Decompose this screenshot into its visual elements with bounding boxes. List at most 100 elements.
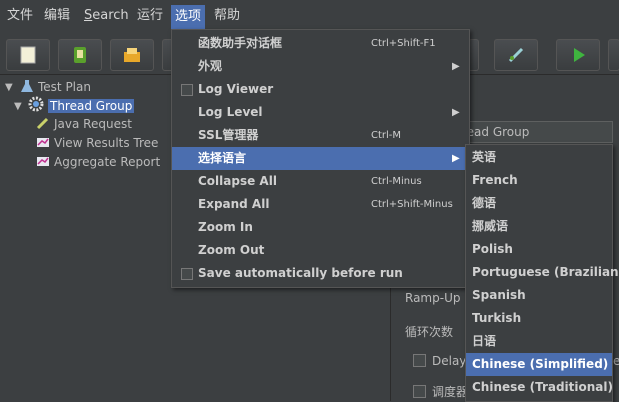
remote-icon	[508, 47, 524, 63]
menu-item-ssl-manager[interactable]: SSL管理器 Ctrl-M	[172, 124, 469, 147]
tree-node-label: Test Plan	[38, 80, 91, 94]
tree-node-thread-group[interactable]: Thread Group	[28, 96, 135, 114]
menu-edit[interactable]: 编辑	[40, 7, 74, 25]
templates-button[interactable]	[58, 39, 102, 71]
menu-item-label: 函数助手对话框	[198, 36, 283, 50]
options-menu: 函数助手对话框 Ctrl+Shift-F1 外观 ▶ Log Viewer Lo…	[171, 29, 470, 288]
menu-item-label: Zoom In	[198, 220, 253, 234]
menu-item-label: Expand All	[198, 197, 270, 211]
language-label: Portuguese (Brazilian)	[472, 265, 619, 279]
menu-item-label: Save automatically before run	[198, 266, 403, 280]
name-field[interactable]: read Group	[461, 121, 613, 143]
language-label: 德语	[472, 196, 497, 210]
tree-node-aggregate-report[interactable]: Aggregate Report	[36, 153, 160, 171]
toolbar-button-partial-right[interactable]	[608, 39, 619, 71]
language-label: Chinese (Traditional)	[472, 380, 614, 394]
menu-item-function-helper[interactable]: 函数助手对话框 Ctrl+Shift-F1	[172, 32, 469, 55]
scheduler-checkbox-row[interactable]: 调度器	[413, 383, 468, 400]
menu-search[interactable]: Search	[80, 7, 133, 25]
language-submenu: 英语 French 德语 挪威语 Polish Portuguese (Braz…	[465, 144, 619, 402]
language-label: Chinese (Simplified)	[472, 357, 609, 371]
delay-checkbox-row[interactable]: Delay	[413, 354, 466, 368]
menu-item-zoom-in[interactable]: Zoom In	[172, 216, 469, 239]
listener-icon	[37, 157, 49, 166]
open-icon	[124, 48, 140, 62]
language-item-german[interactable]: 德语	[466, 192, 612, 215]
menu-item-log-level[interactable]: Log Level ▶	[172, 101, 469, 124]
scheduler-label: 调度器	[432, 385, 469, 399]
submenu-arrow-icon: ▶	[452, 153, 460, 164]
menu-item-save-automatically[interactable]: Save automatically before run	[172, 262, 469, 285]
menu-run[interactable]: 运行	[133, 7, 167, 25]
menu-item-log-viewer[interactable]: Log Viewer	[172, 78, 469, 101]
submenu-arrow-icon: ▶	[452, 107, 460, 118]
test-plan-icon	[21, 80, 33, 92]
menu-item-collapse-all[interactable]: Collapse All Ctrl-Minus	[172, 170, 469, 193]
menu-item-label: SSL管理器	[198, 128, 259, 142]
menu-item-expand-all[interactable]: Expand All Ctrl+Shift-Minus	[172, 193, 469, 216]
menu-options[interactable]: 选项	[171, 5, 206, 29]
menu-item-choose-language[interactable]: 选择语言 ▶	[172, 147, 469, 170]
menu-item-label: 外观	[198, 59, 223, 73]
ramp-up-label: Ramp-Up I	[405, 291, 468, 305]
language-label: 英语	[472, 150, 497, 164]
open-button[interactable]	[110, 39, 154, 71]
language-item-polish[interactable]: Polish	[466, 238, 612, 261]
menu-item-label: Log Level	[198, 105, 263, 119]
new-button[interactable]	[6, 39, 50, 71]
truncated-text: e	[613, 354, 619, 368]
language-label: French	[472, 173, 518, 187]
language-item-norwegian[interactable]: 挪威语	[466, 215, 612, 238]
tree-node-label: View Results Tree	[54, 136, 159, 150]
collapse-triangle-icon[interactable]: ▼	[5, 82, 13, 93]
delay-label: Delay	[432, 354, 467, 368]
loop-count-label: 循环次数	[405, 325, 454, 339]
language-item-turkish[interactable]: Turkish	[466, 307, 612, 330]
remote-button[interactable]	[494, 39, 538, 71]
language-label: Turkish	[472, 311, 522, 325]
language-item-spanish[interactable]: Spanish	[466, 284, 612, 307]
log-viewer-checkbox[interactable]	[181, 84, 193, 96]
menubar: 文件 编辑 Search 运行 选项 帮助	[0, 0, 619, 32]
language-item-portuguese-brazilian[interactable]: Portuguese (Brazilian)	[466, 261, 619, 284]
menu-item-shortcut: Ctrl-M	[371, 130, 402, 141]
tree-node-view-results-tree[interactable]: View Results Tree	[36, 134, 158, 152]
save-automatically-checkbox[interactable]	[181, 268, 193, 280]
language-label: 日语	[472, 334, 497, 348]
thread-group-gear-icon	[28, 96, 44, 112]
language-item-japanese[interactable]: 日语	[466, 330, 612, 353]
menu-item-label: Zoom Out	[198, 243, 265, 257]
menu-item-shortcut: Ctrl+Shift-F1	[371, 38, 436, 49]
start-icon	[574, 48, 585, 62]
language-item-chinese-traditional[interactable]: Chinese (Traditional)	[466, 376, 614, 399]
language-label: Polish	[472, 242, 513, 256]
language-label: Spanish	[472, 288, 526, 302]
delay-checkbox[interactable]	[413, 354, 426, 367]
language-item-french[interactable]: French	[466, 169, 612, 192]
name-field-value: read Group	[462, 125, 530, 139]
sampler-icon	[36, 117, 49, 130]
menu-item-label: Collapse All	[198, 174, 277, 188]
start-button[interactable]	[556, 39, 600, 71]
submenu-arrow-icon: ▶	[452, 61, 460, 72]
menu-item-label: 选择语言	[198, 151, 247, 165]
menu-item-zoom-out[interactable]: Zoom Out	[172, 239, 469, 262]
language-label: 挪威语	[472, 219, 509, 233]
language-item-chinese-simplified[interactable]: Chinese (Simplified)	[466, 353, 612, 376]
menu-item-shortcut: Ctrl-Minus	[371, 176, 422, 187]
new-test-plan-icon	[20, 46, 36, 64]
templates-icon	[74, 47, 86, 63]
tree-node-label: Java Request	[54, 117, 132, 131]
tree-node-label: Thread Group	[48, 99, 135, 113]
tree-node-test-plan[interactable]: Test Plan	[20, 78, 91, 96]
language-item-english[interactable]: 英语	[466, 146, 612, 169]
menu-search-rest: earch	[92, 8, 129, 23]
menu-help[interactable]: 帮助	[210, 7, 244, 25]
tree-node-label: Aggregate Report	[54, 155, 161, 169]
menu-item-shortcut: Ctrl+Shift-Minus	[371, 199, 453, 210]
menu-item-look-and-feel[interactable]: 外观 ▶	[172, 55, 469, 78]
menu-file[interactable]: 文件	[3, 7, 37, 25]
tree-node-java-request[interactable]: Java Request	[36, 115, 132, 133]
collapse-triangle-icon[interactable]: ▼	[14, 101, 22, 112]
scheduler-checkbox[interactable]	[413, 385, 426, 398]
